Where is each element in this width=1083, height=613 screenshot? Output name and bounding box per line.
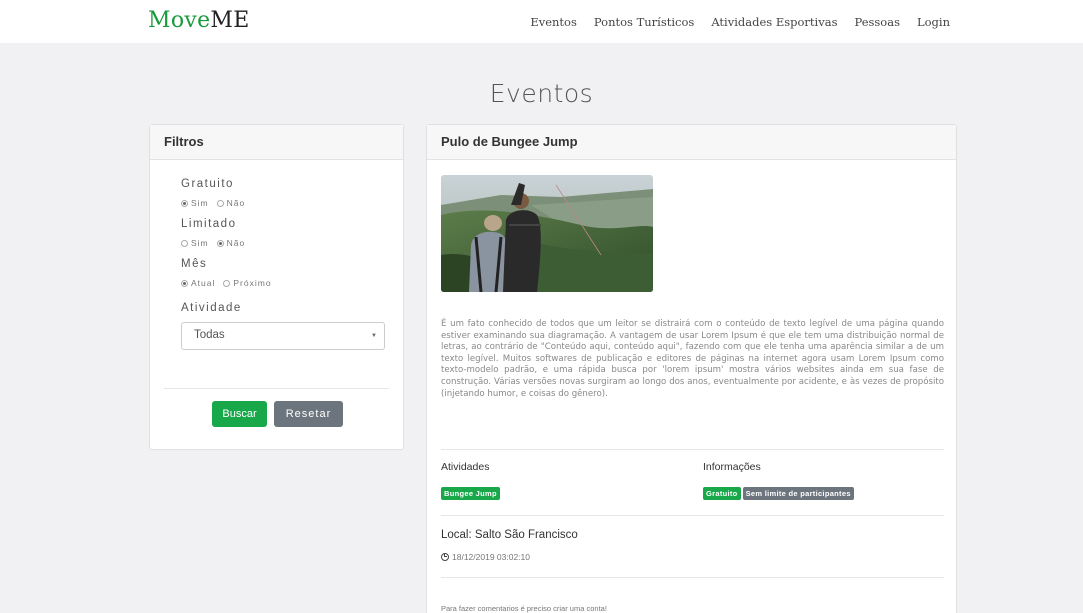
divider: [441, 449, 944, 450]
radio-unchecked-icon: [216, 199, 224, 207]
radio-limitado-sim[interactable]: Sim: [181, 238, 209, 248]
divider: [441, 515, 944, 516]
filters-divider: [164, 388, 389, 389]
event-description: É um fato conhecido de todos que um leit…: [441, 319, 944, 399]
atividade-select[interactable]: Todas ▼: [181, 322, 385, 350]
radio-gratuito-nao[interactable]: Não: [216, 198, 246, 208]
brand-part-2: ME: [210, 8, 250, 33]
filter-gratuito-options: Sim Não: [181, 198, 383, 208]
radio-gratuito-sim[interactable]: Sim: [181, 198, 209, 208]
event-title: Pulo de Bungee Jump: [427, 125, 956, 160]
event-location: Local: Salto São Francisco: [441, 529, 578, 541]
nav-atividades-esportivas[interactable]: Atividades Esportivas: [711, 15, 837, 29]
divider: [441, 577, 944, 578]
event-datetime-value: 18/12/2019 03:02:10: [452, 552, 530, 562]
radio-label: Próximo: [233, 278, 272, 288]
activity-badge[interactable]: Bungee Jump: [441, 487, 500, 500]
filter-mes-options: Atual Próximo: [181, 278, 383, 288]
buscar-button[interactable]: Buscar: [212, 401, 267, 427]
radio-unchecked-icon: [223, 279, 231, 287]
chevron-down-icon: ▼: [371, 333, 377, 339]
filters-card: Filtros Gratuito Sim Não Limitado Sim Nã…: [149, 124, 404, 450]
radio-checked-icon: [181, 199, 188, 207]
informacoes-title: Informações: [703, 461, 761, 473]
radio-checked-icon: [181, 279, 188, 287]
radio-unchecked-icon: [181, 239, 188, 247]
nav-eventos[interactable]: Eventos: [530, 15, 577, 29]
nav-pontos-turisticos[interactable]: Pontos Turísticos: [594, 15, 694, 29]
clock-icon: [441, 553, 449, 561]
comment-login-note: Para fazer comentarios é preciso criar u…: [441, 604, 607, 613]
info-badge-limite: Sem limite de participantes: [742, 487, 854, 500]
main-content: Eventos Filtros Gratuito Sim Não Limitad…: [0, 43, 1083, 613]
radio-limitado-nao[interactable]: Não: [216, 238, 246, 248]
nav-pessoas[interactable]: Pessoas: [854, 15, 900, 29]
event-card: Pulo de Bungee Jump É um fato conhecido …: [426, 124, 957, 613]
radio-label: Sim: [191, 198, 209, 208]
event-photo: [441, 175, 653, 292]
informacoes-badges: Gratuito Sem limite de participantes: [703, 483, 856, 501]
brand-part-1: Move: [148, 8, 211, 33]
bungee-jump-photo: [441, 175, 653, 292]
radio-label: Atual: [191, 278, 216, 288]
brand-logo[interactable]: MoveME: [148, 8, 250, 33]
filters-title: Filtros: [150, 125, 403, 160]
filter-gratuito-label: Gratuito: [181, 178, 234, 190]
page-title: Eventos: [489, 79, 594, 108]
filter-limitado-options: Sim Não: [181, 238, 383, 248]
event-datetime: 18/12/2019 03:02:10: [441, 552, 530, 562]
navbar: MoveME Eventos Pontos Turísticos Ativida…: [0, 0, 1083, 43]
radio-label: Sim: [191, 238, 209, 248]
radio-label: Não: [226, 238, 246, 248]
filter-limitado-label: Limitado: [181, 218, 237, 230]
filter-mes-label: Mês: [181, 258, 208, 270]
nav-login[interactable]: Login: [917, 15, 950, 29]
filter-atividade-label: Atividade: [181, 302, 242, 314]
radio-mes-atual[interactable]: Atual: [181, 278, 215, 288]
radio-mes-proximo[interactable]: Próximo: [223, 278, 271, 288]
radio-label: Não: [226, 198, 246, 208]
nav-menu: Eventos Pontos Turísticos Atividades Esp…: [530, 15, 950, 29]
info-badge-gratuito: Gratuito: [703, 487, 741, 500]
atividades-title: Atividades: [441, 461, 490, 473]
atividade-select-value: Todas: [194, 329, 225, 341]
radio-checked-icon: [216, 239, 224, 247]
resetar-button[interactable]: Resetar: [274, 401, 343, 427]
atividades-badges: Bungee Jump: [441, 483, 502, 501]
